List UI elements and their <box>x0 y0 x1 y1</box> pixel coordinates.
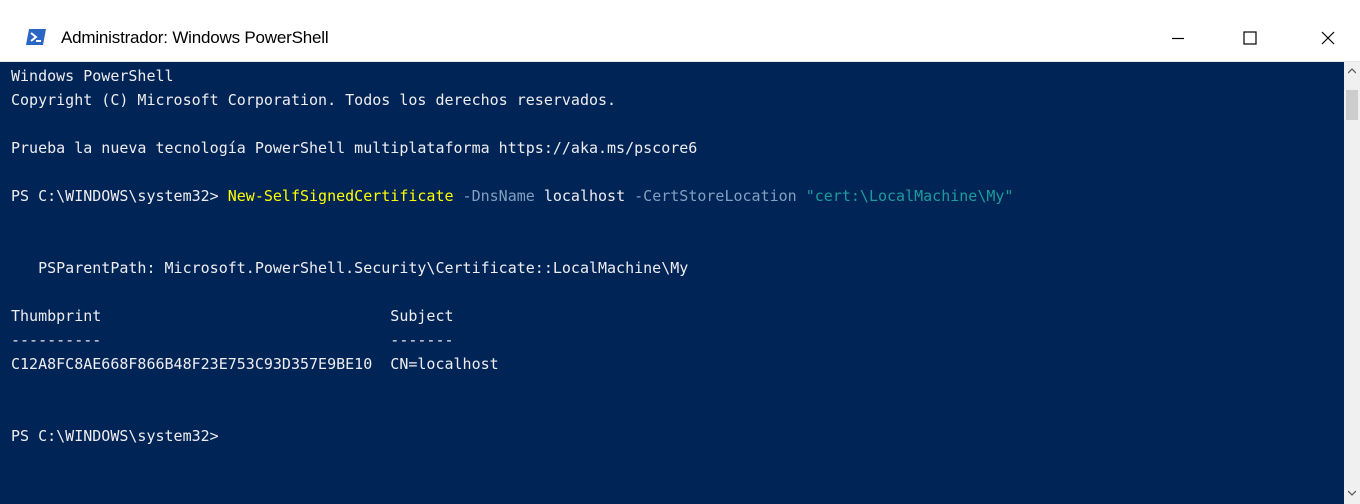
ps-parent-path: PSParentPath: Microsoft.PowerShell.Secur… <box>11 259 689 277</box>
scroll-down-icon[interactable] <box>1348 490 1356 496</box>
minimize-button[interactable] <box>1142 14 1214 62</box>
maximize-icon <box>1243 31 1257 45</box>
title-bar[interactable]: Administrador: Windows PowerShell <box>0 0 1360 62</box>
prompt: PS C:\WINDOWS\system32> <box>11 187 228 205</box>
close-button[interactable] <box>1296 14 1360 62</box>
banner-line-3: Prueba la nueva tecnología PowerShell mu… <box>11 139 698 157</box>
parameter-value-localhost: localhost <box>534 187 626 205</box>
maximize-button[interactable] <box>1214 14 1286 62</box>
scrollbar-thumb[interactable] <box>1346 90 1358 120</box>
console-text: Windows PowerShell Copyright (C) Microso… <box>11 64 1013 448</box>
powershell-icon <box>26 27 46 47</box>
console-area[interactable]: Windows PowerShell Copyright (C) Microso… <box>0 62 1344 504</box>
banner-line-1: Windows PowerShell <box>11 67 174 85</box>
vertical-scrollbar[interactable] <box>1344 62 1360 504</box>
table-header: Thumbprint Subject <box>11 307 454 325</box>
close-icon <box>1321 31 1335 45</box>
table-separator: ---------- ------- <box>11 331 454 349</box>
prompt-current: PS C:\WINDOWS\system32> <box>11 427 219 445</box>
command-name: New-SelfSignedCertificate <box>227 187 454 205</box>
table-row: C12A8FC8AE668F866B48F23E753C93D357E9BE10… <box>11 355 499 373</box>
parameter-certstorelocation: -CertStoreLocation <box>625 187 797 205</box>
scroll-up-icon[interactable] <box>1348 68 1356 74</box>
parameter-value-certpath: "cert:\LocalMachine\My" <box>796 187 1014 205</box>
banner-line-2: Copyright (C) Microsoft Corporation. Tod… <box>11 91 617 109</box>
parameter-dnsname: -DnsName <box>453 187 535 205</box>
minimize-icon <box>1172 37 1184 40</box>
window-title: Administrador: Windows PowerShell <box>61 28 329 47</box>
